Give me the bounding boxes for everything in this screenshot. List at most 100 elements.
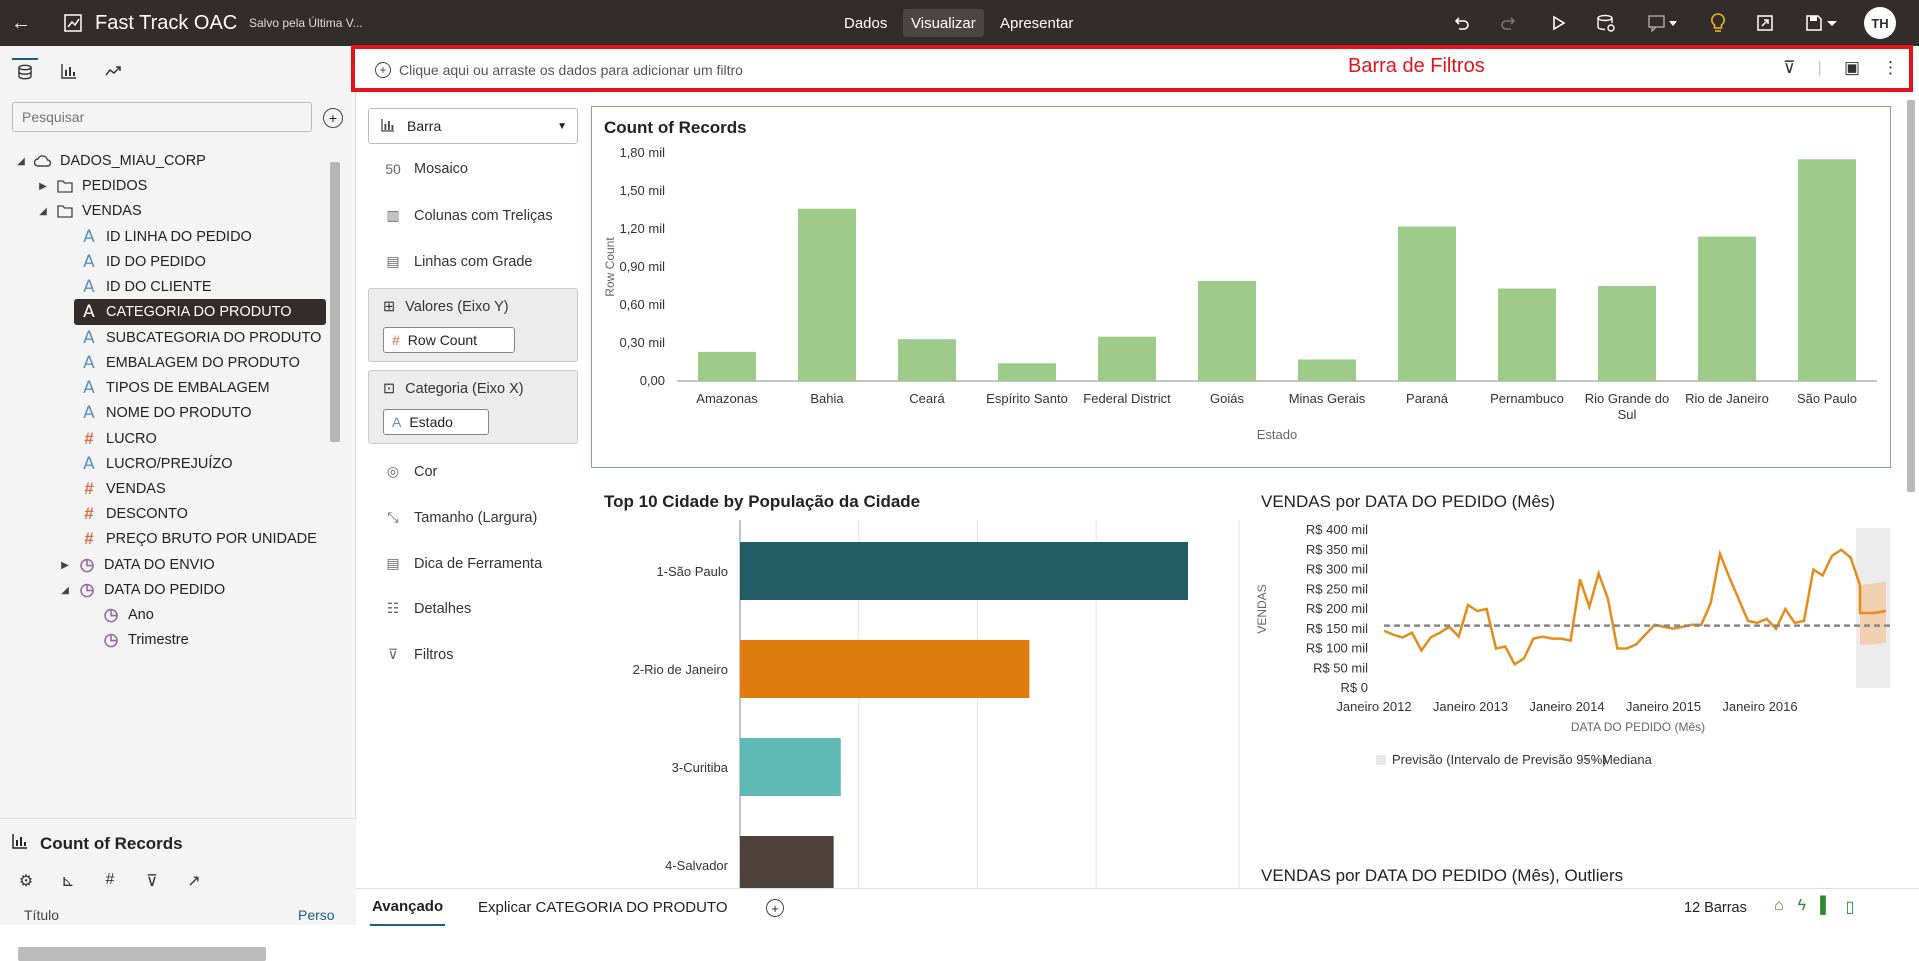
text-attribute-icon: A [83,277,95,297]
viz-properties-title: Count of Records [12,833,183,854]
values-y-dropzone[interactable]: ⊞ Valores (Eixo Y) # Row Count [368,288,578,362]
clock-icon: ◷ [79,580,95,599]
avatar[interactable]: TH [1864,7,1896,39]
search-input[interactable] [12,102,312,132]
tree-item-column[interactable]: # LUCRO [80,426,157,452]
grammar-item-trellis-columns[interactable]: ▥ Colunas com Treliças [384,207,552,224]
row-count-pill[interactable]: # Row Count [383,327,515,353]
filter-icon[interactable]: ⊽ [140,871,164,891]
properties-scrollbar[interactable] [18,947,266,961]
grammar-item-detail[interactable]: ☷ Detalhes [384,600,472,617]
tree-item-label: PEDIDOS [82,178,148,194]
tree-item-column[interactable]: # VENDAS [80,476,165,502]
canvas-scrollbar[interactable] [1905,100,1917,890]
tree-item-column[interactable]: A ID DO PEDIDO [80,249,206,275]
tree-item-column[interactable]: A ID LINHA DO PEDIDO [80,224,252,250]
tree-item-column[interactable]: A LUCRO/PREJUÍZO [80,451,232,477]
add-filter-text: Clique aqui ou arraste os dados para adi… [399,62,743,78]
tab-apresentar[interactable]: Apresentar [992,9,1081,37]
bar [1798,159,1856,381]
panel-toggle-icon[interactable]: ▌ [1820,897,1831,917]
tree-item-column[interactable]: A TIPOS DE EMBALAGEM [80,375,269,401]
gear-icon[interactable]: ⚙ [14,871,38,891]
add-filter[interactable]: + Clique aqui ou arraste os dados para a… [375,62,743,78]
tree-item-column[interactable]: ▶ ◷ DATA DO ENVIO [58,552,215,578]
chart-type-select[interactable]: Barra ▼ [368,108,578,144]
grammar-item-label: Mosaico [414,161,468,177]
caret-right-icon[interactable]: ▶ [36,181,50,192]
filter-settings-icon[interactable]: ⊽ [1783,58,1795,78]
tree-item-column[interactable]: # DESCONTO [80,501,188,527]
axis-icon[interactable]: ⊾ [56,871,80,891]
analytics-icon[interactable]: ↗ [182,871,206,891]
caret-right-icon[interactable]: ▶ [58,560,72,571]
visualizations-icon[interactable] [56,58,82,84]
tree-item-column[interactable]: # PREÇO BRUTO POR UNIDADE [80,526,317,552]
trellis-columns-icon: ▥ [386,207,400,223]
y-tick-label: R$ 150 mil [1306,621,1368,636]
canvas-tab-avancado[interactable]: Avançado [370,889,446,926]
canvas: Count of Records 0,00 0,30 mil 0,60 mil 0,90… [586,92,1919,888]
data-tree-scrollbar[interactable] [328,148,342,818]
count-of-records-chart[interactable]: Count of Records 0,00 0,30 mil 0,60 mil 0,90… [591,106,1891,468]
add-data-icon[interactable]: + [323,108,343,128]
more-options-icon[interactable]: ⋮ [1882,58,1899,78]
comment-icon[interactable] [1643,0,1683,46]
pill-label: Estado [409,414,453,430]
save-icon[interactable] [1800,0,1844,46]
top10-cities-chart[interactable]: 1-São Paulo 2-Rio de Janeiro 3-Curitiba 4-S… [586,520,1246,888]
layout-toggle-icon[interactable]: ▯ [1845,897,1854,917]
auto-apply-icon[interactable]: ▣ [1844,58,1860,78]
grammar-item-filters[interactable]: ⊽ Filtros [384,646,454,663]
resize-icon: ⤡ [387,509,399,525]
auto-insights-icon[interactable]: ϟ [1798,897,1806,917]
y-tick-label: 1,80 mil [619,145,665,160]
sales-by-month-chart[interactable]: R$ 0 R$ 50 mil R$ 100 mil R$ 150 mil R$ 200 … [1255,520,1896,820]
estado-pill[interactable]: A Estado [383,409,489,435]
grammar-item-grid-rows[interactable]: ▤ Linhas com Grade [384,253,532,270]
play-icon[interactable] [1545,0,1571,46]
redo-icon[interactable] [1496,0,1522,46]
hash-icon[interactable]: # [98,871,122,891]
add-canvas-icon[interactable]: + [766,899,784,917]
grammar-toggle-icon[interactable]: ⌂ [1774,897,1784,917]
caret-down-icon[interactable]: ◢ [36,206,50,217]
tree-item-dataset[interactable]: ◢ DADOS_MIAU_CORP [14,148,206,174]
grammar-item-cor[interactable]: ◎ Cor [384,463,437,480]
export-icon[interactable] [1752,0,1778,46]
legend-label: Mediana [1602,752,1653,767]
tree-item-folder[interactable]: ▶ PEDIDOS [36,173,147,199]
caret-down-icon[interactable]: ◢ [58,585,72,596]
tree-item-column[interactable]: A EMBALAGEM DO PRODUTO [80,350,300,376]
back-arrow-icon[interactable]: ← [8,0,34,46]
undo-icon[interactable] [1448,0,1474,46]
tree-item-column[interactable]: A ID DO CLIENTE [80,274,211,300]
tab-visualizar[interactable]: Visualizar [903,9,984,37]
tab-dados[interactable]: Dados [836,9,895,37]
viz-title-text: Count of Records [40,833,183,853]
grammar-item-mosaico[interactable]: 50 Mosaico [384,161,468,177]
tree-item-column[interactable]: ◢ ◷ DATA DO PEDIDO [58,577,225,603]
y-tick-label: R$ 350 mil [1306,542,1368,557]
tree-item-column[interactable]: ◷ Ano [102,602,154,628]
x-tick-label: Minas Gerais [1289,391,1366,406]
tree-item-column[interactable]: A SUBCATEGORIA DO PRODUTO [80,325,321,351]
grammar-item-size[interactable]: ⤡ Tamanho (Largura) [384,509,537,526]
palette-icon: ◎ [386,463,400,479]
data-icon[interactable] [12,58,38,84]
tree-item-column[interactable]: A NOME DO PRODUTO [80,400,251,426]
category-x-label: Categoria (Eixo X) [405,381,524,397]
refresh-data-icon[interactable] [1593,0,1619,46]
title-value-dropdown[interactable]: Perso [298,907,335,923]
analytics-icon[interactable] [100,58,126,84]
lightbulb-icon[interactable] [1705,0,1731,46]
tree-item-column[interactable]: ◷ Trimestre [102,627,189,653]
tree-item-column-selected[interactable]: A CATEGORIA DO PRODUTO [74,299,326,325]
caret-down-icon[interactable]: ◢ [14,156,28,167]
tree-item-folder[interactable]: ◢ VENDAS [36,198,142,224]
bar [798,208,856,381]
grammar-item-tooltip[interactable]: ▤ Dica de Ferramenta [384,555,542,572]
filter-bar[interactable]: + Clique aqui ou arraste os dados para a… [351,45,1913,92]
category-x-dropzone[interactable]: ⊡ Categoria (Eixo X) A Estado [368,370,578,444]
canvas-tab-explicar[interactable]: Explicar CATEGORIA DO PRODUTO [478,889,728,926]
